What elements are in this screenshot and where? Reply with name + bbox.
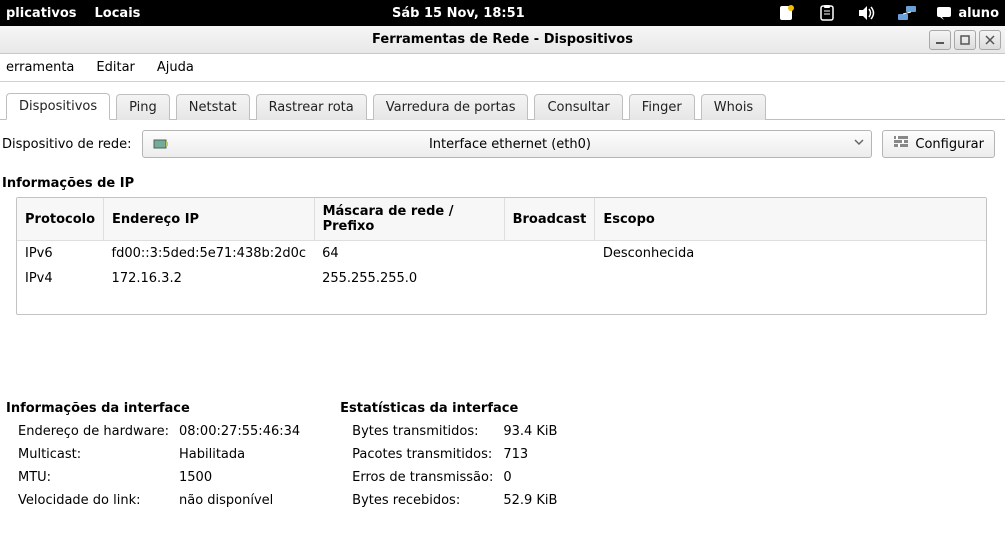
col-mask[interactable]: Máscara de rede / Prefixo [314,198,504,241]
user-name: aluno [958,6,999,21]
clock[interactable]: Sáb 15 Nov, 18:51 [392,6,525,21]
multicast-label: Multicast: [18,447,169,462]
cell-mask: 64 [314,241,504,267]
preferences-icon [893,135,909,153]
col-scope[interactable]: Escopo [595,198,986,241]
tab-devices[interactable]: Dispositivos [6,93,110,120]
txbytes-value: 93.4 KiB [503,424,557,439]
col-protocol[interactable]: Protocolo [17,198,104,241]
tab-whois[interactable]: Whois [701,94,766,120]
menubar: erramenta Editar Ajuda [0,54,1005,82]
cell-protocol: IPv6 [17,241,104,267]
configure-button[interactable]: Configurar [882,130,995,158]
configure-label: Configurar [915,137,984,152]
mtu-label: MTU: [18,470,169,485]
network-icon[interactable] [896,3,918,23]
tabbar: Dispositivos Ping Netstat Rastrear rota … [0,82,1005,120]
menu-help[interactable]: Ajuda [157,60,194,75]
tab-lookup[interactable]: Consultar [534,94,622,120]
iface-stats-title: Estatísticas da interface [340,401,557,416]
table-row[interactable]: IPv6 fd00::3:5ded:5e71:438b:2d0c 64 Desc… [17,241,986,267]
chevron-down-icon [853,136,865,152]
nic-icon [153,137,169,151]
app-window: Ferramentas de Rede - Dispositivos erram… [0,26,1005,508]
window-minimize-button[interactable] [929,30,951,50]
txbytes-label: Bytes transmitidos: [352,424,493,439]
titlebar: Ferramentas de Rede - Dispositivos [0,26,1005,54]
tab-ping[interactable]: Ping [116,94,170,120]
cell-scope [595,266,986,314]
device-label: Dispositivo de rede: [2,137,132,152]
rxbytes-label: Bytes recebidos: [352,493,493,508]
window-close-button[interactable] [979,30,1001,50]
ip-table: Protocolo Endereço IP Máscara de rede / … [16,197,987,315]
device-selected: Interface ethernet (eth0) [177,137,844,152]
ip-info-title: Informações de IP [2,176,1001,191]
linkspeed-label: Velocidade do link: [18,493,169,508]
window-title: Ferramentas de Rede - Dispositivos [372,32,633,47]
tab-finger[interactable]: Finger [629,94,695,120]
mtu-value: 1500 [179,470,300,485]
rxbytes-value: 52.9 KiB [503,493,557,508]
cell-address: 172.16.3.2 [104,266,315,314]
tab-traceroute[interactable]: Rastrear rota [256,94,367,120]
menu-tool[interactable]: erramenta [6,60,74,75]
cell-broadcast [504,241,595,267]
tab-netstat[interactable]: Netstat [176,94,250,120]
linkspeed-value: não disponível [179,493,300,508]
txerrors-value: 0 [503,470,557,485]
col-broadcast[interactable]: Broadcast [504,198,595,241]
table-row[interactable]: IPv4 172.16.3.2 255.255.255.0 [17,266,986,314]
user-menu[interactable]: aluno [936,5,999,21]
window-maximize-button[interactable] [954,30,976,50]
menu-edit[interactable]: Editar [96,60,135,75]
cell-mask: 255.255.255.0 [314,266,504,314]
system-topbar: plicativos Locais Sáb 15 Nov, 18:51 alun… [0,0,1005,26]
device-combobox[interactable]: Interface ethernet (eth0) [142,130,873,158]
txpackets-value: 713 [503,447,557,462]
cell-broadcast [504,266,595,314]
txerrors-label: Erros de transmissão: [352,470,493,485]
cell-address: fd00::3:5ded:5e71:438b:2d0c [104,241,315,267]
notification-icon[interactable] [776,3,798,23]
hwaddr-value: 08:00:27:55:46:34 [179,424,300,439]
clipboard-icon[interactable] [816,3,838,23]
multicast-value: Habilitada [179,447,300,462]
hwaddr-label: Endereço de hardware: [18,424,169,439]
user-icon [936,5,952,21]
menu-places[interactable]: Locais [95,6,141,21]
cell-protocol: IPv4 [17,266,104,314]
cell-scope: Desconhecida [595,241,986,267]
iface-info-title: Informações da interface [6,401,300,416]
volume-icon[interactable] [856,3,878,23]
col-address[interactable]: Endereço IP [104,198,315,241]
menu-applications[interactable]: plicativos [6,6,77,21]
txpackets-label: Pacotes transmitidos: [352,447,493,462]
tab-portscan[interactable]: Varredura de portas [373,94,529,120]
